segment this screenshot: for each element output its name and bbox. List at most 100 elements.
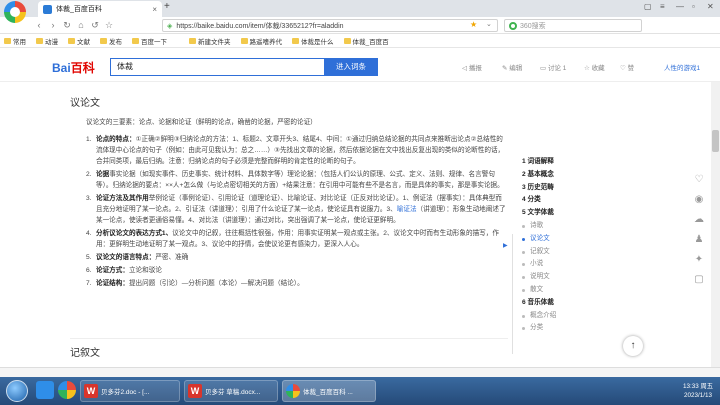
- taskbar-app-doc1[interactable]: W 贝多芬2.doc - [...: [80, 380, 180, 402]
- maximize-icon[interactable]: ▫: [692, 2, 695, 11]
- bookmark-item[interactable]: 新建文件夹: [189, 36, 231, 46]
- toc-item[interactable]: 1 词语解释: [510, 156, 600, 169]
- home-icon[interactable]: ⌂: [74, 20, 88, 30]
- toc-subitem[interactable]: 诗歌: [510, 220, 600, 233]
- qzone-icon[interactable]: ✦: [691, 252, 707, 268]
- collect-button[interactable]: ☆ 收藏: [584, 62, 605, 72]
- taskbar-app-doc2[interactable]: W 贝多芬 草稿.docx...: [184, 380, 278, 402]
- baike-favicon-icon: [43, 4, 52, 14]
- toc-item[interactable]: 5 文学体裁: [510, 207, 600, 220]
- folder-icon: [189, 37, 196, 44]
- close-window-icon[interactable]: ✕: [707, 2, 714, 11]
- page-icon: [343, 37, 351, 44]
- baidu-baike-logo[interactable]: Bai百科: [52, 59, 95, 76]
- bookmarks-bar: 常用 动漫 文献 发布 百度一下 新建文件夹 路遥嗜养代 体裁是什么 体裁_百度…: [0, 34, 720, 48]
- toc-item[interactable]: 6 音乐体裁: [510, 297, 600, 310]
- section-title: 议论文: [70, 98, 100, 109]
- metaphor-link[interactable]: 喻证法: [397, 206, 417, 213]
- back-icon[interactable]: ‹: [32, 20, 46, 30]
- broadcast-button[interactable]: ◁ 播报: [462, 62, 482, 72]
- bookmark-item[interactable]: 体裁_百度百: [343, 36, 389, 46]
- back-to-top-button[interactable]: ↑: [623, 336, 643, 356]
- weibo-icon[interactable]: ◉: [691, 192, 707, 208]
- article-content: 议论文 议论文的三要素：论点、论据和论证（鲜明的论点，确凿的论据，严密的论证） …: [70, 94, 508, 291]
- bookmark-item[interactable]: 文献: [68, 36, 90, 46]
- qq-icon[interactable]: ♟: [691, 232, 707, 248]
- bookmark-item[interactable]: 百度一下: [132, 36, 167, 46]
- page-scrollbar[interactable]: [711, 82, 720, 376]
- bookmark-item[interactable]: 体裁是什么: [292, 36, 334, 46]
- toc-active-arrow-icon: ▶: [503, 243, 508, 249]
- bookmark-item[interactable]: 动漫: [36, 36, 58, 46]
- wps-icon: W: [84, 384, 98, 398]
- favorite-icon[interactable]: ☆: [102, 20, 116, 31]
- list-item: 1. 论点的特点：①正确②鲜明③归纳论点的方法：1、标题2、文章开头3、结尾4、中…: [86, 136, 505, 165]
- share-sidebar: ♡ ◉ ☁ ♟ ✦ ▢: [688, 168, 710, 292]
- like-icon[interactable]: ♡: [691, 172, 707, 188]
- browser-status-bar: [0, 367, 720, 377]
- search-engine-icon: [509, 21, 517, 30]
- forward-icon[interactable]: ›: [46, 20, 60, 30]
- browser-tab[interactable]: 体裁_百度百科 ×: [38, 1, 162, 17]
- comment-icon[interactable]: ▢: [691, 272, 707, 288]
- toc-subitem[interactable]: 概念介绍: [510, 310, 600, 323]
- edit-button[interactable]: ✎ 编辑: [502, 62, 522, 72]
- tab-title: 体裁_百度百科: [56, 6, 102, 13]
- next-section-title: 记叙文: [70, 348, 100, 359]
- start-button[interactable]: [6, 380, 28, 402]
- folder-icon: [68, 37, 75, 44]
- toc-subitem[interactable]: 小说: [510, 258, 600, 271]
- list-item: 4. 分析议论文的表达方式1、议论文中的记叙，往往概括性很强，作用：用事实证明某一…: [86, 230, 499, 248]
- scrollbar-thumb[interactable]: [712, 130, 719, 152]
- bookmark-item[interactable]: 发布: [100, 36, 122, 46]
- discuss-button[interactable]: ▭ 讨论 1: [540, 62, 566, 72]
- menu-icon[interactable]: ≡: [660, 2, 665, 11]
- baike-search-input[interactable]: 体裁: [110, 58, 324, 76]
- browser-logo-icon[interactable]: [4, 1, 26, 23]
- list-item: 3. 论证方法及其作用举例论证（事例论证）、引用论证（道理论证）、比喻论证、对比论…: [86, 195, 506, 224]
- undo-close-icon[interactable]: ↺: [88, 20, 102, 31]
- section-intro: 议论文的三要素：论点、论据和论证（鲜明的论点，确凿的论据，严密的论证）: [86, 119, 317, 126]
- toc-subitem[interactable]: 分类: [510, 322, 600, 335]
- system-clock[interactable]: 13:33 周五 2023/1/13: [676, 382, 720, 400]
- new-tab-button[interactable]: +: [164, 1, 176, 15]
- list-item: 7. 论证结构：提出问题（引论）—分析问题（本论）—解决问题（结论）。: [86, 280, 304, 287]
- page-icon: [240, 37, 248, 44]
- list-item: 6. 论证方式：立论和驳论: [86, 267, 162, 274]
- close-tab-icon[interactable]: ×: [152, 5, 157, 14]
- skin-icon[interactable]: ▢: [644, 2, 652, 11]
- list-item: 5. 议论文的语言特点：严密、准确: [86, 254, 189, 261]
- address-bar[interactable]: ◈ https://baike.baidu.com/item/体裁/336521…: [162, 19, 498, 32]
- browser360-icon: [286, 384, 300, 398]
- point-list: 1. 论点的特点：①正确②鲜明③归纳论点的方法：1、标题2、文章开头3、结尾4、中…: [86, 134, 508, 289]
- toc-subitem[interactable]: 说明文: [510, 271, 600, 284]
- minimize-icon[interactable]: —: [676, 2, 684, 11]
- bookmark-item[interactable]: 常用: [4, 36, 26, 46]
- dropdown-icon[interactable]: ⌄: [486, 20, 492, 28]
- toc-subitem[interactable]: 记叙文: [510, 246, 600, 259]
- table-of-contents: 1 词语解释 2 基本概念 3 历史范畴 4 分类 5 文学体裁 诗歌 议论文 …: [510, 156, 600, 335]
- folder-icon: [36, 37, 43, 44]
- section-divider: [70, 338, 508, 339]
- toc-item[interactable]: 4 分类: [510, 194, 600, 207]
- user-link[interactable]: 人性的游戏1: [664, 62, 700, 72]
- search-placeholder: 360搜索: [520, 22, 546, 30]
- refresh-icon[interactable]: ↻: [60, 20, 74, 31]
- list-item: 2. 论据事实论据（如现实事件、历史事实、统计材料、具体数字等）理论论据：（包括人…: [86, 171, 504, 189]
- bookmark-star-icon[interactable]: ★: [470, 20, 477, 29]
- page-icon: [132, 37, 139, 44]
- toc-item[interactable]: 2 基本概念: [510, 169, 600, 182]
- explorer-icon[interactable]: [36, 381, 54, 399]
- page-icon: [292, 37, 299, 44]
- toc-item[interactable]: 3 历史范畴: [510, 182, 600, 195]
- like-button[interactable]: ♡ 赞: [620, 62, 634, 72]
- taskbar-app-browser[interactable]: 体裁_百度百科 ...: [282, 380, 376, 402]
- browser360-icon[interactable]: [58, 381, 76, 399]
- bookmark-item[interactable]: 路遥嗜养代: [240, 36, 282, 46]
- enter-entry-button[interactable]: 进入词条: [324, 58, 378, 76]
- browser-search-box[interactable]: 360搜索: [504, 19, 642, 32]
- toc-subitem-active[interactable]: 议论文: [510, 233, 600, 246]
- toc-subitem[interactable]: 散文: [510, 284, 600, 297]
- wps-icon: W: [188, 384, 202, 398]
- wechat-icon[interactable]: ☁: [691, 212, 707, 228]
